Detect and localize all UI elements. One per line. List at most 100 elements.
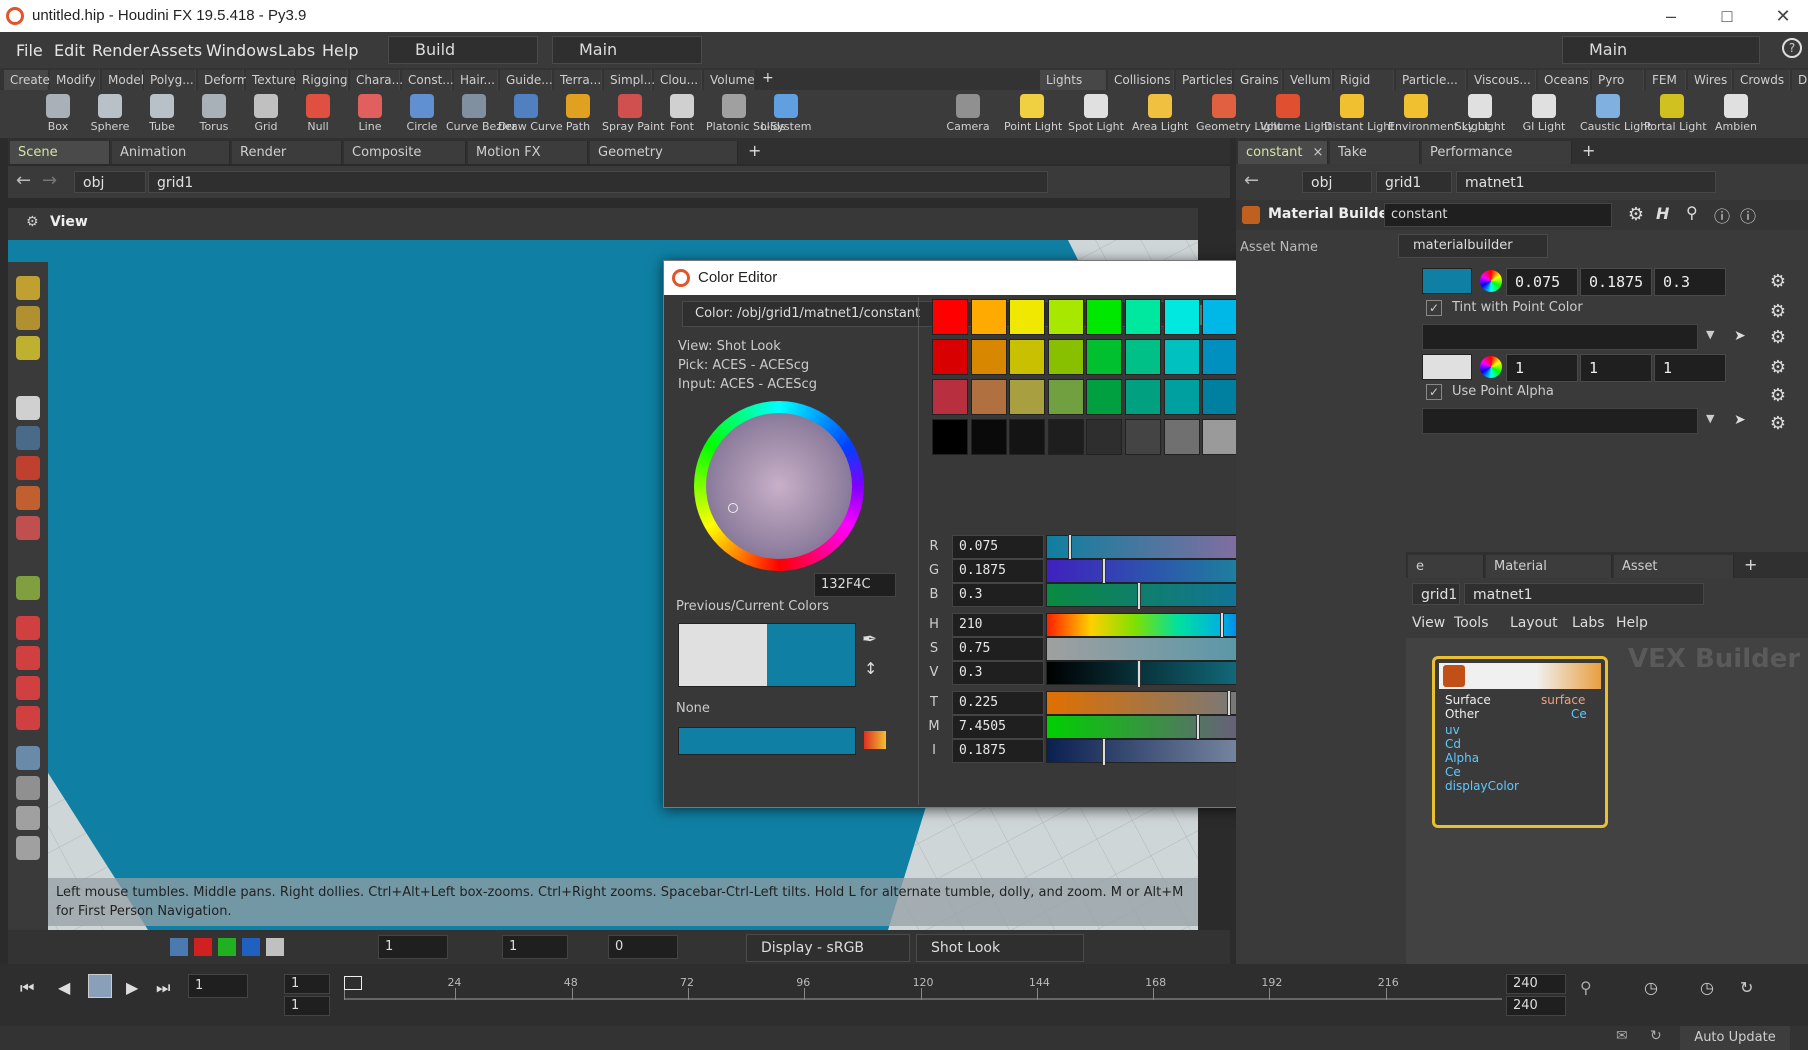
tool-box[interactable]: Box [30, 90, 86, 138]
menu-windows[interactable]: Windows [206, 41, 277, 60]
tool-sphere[interactable]: Sphere [82, 90, 138, 138]
channel-value-b[interactable]: 0.3 [952, 583, 1044, 607]
timeline-ruler[interactable]: 124487296120144168192216 [344, 966, 1502, 1022]
channel-value-g[interactable]: 0.1875 [952, 559, 1044, 583]
shelf-tab-fem[interactable]: FEM [1646, 70, 1686, 90]
tool-magnet4-icon[interactable] [16, 706, 40, 730]
menu-assets[interactable]: Assets [150, 41, 202, 60]
key-icon[interactable]: ⚲ [1580, 978, 1592, 997]
tool-spot-light[interactable]: Spot Light [1068, 90, 1124, 138]
display-dropdown[interactable]: Display - sRGB [746, 934, 910, 962]
asset-name-dropdown[interactable]: materialbuilder [1398, 234, 1548, 258]
shelf-tab-model[interactable]: Model [102, 70, 144, 90]
tool-environment-light[interactable]: Environment Light [1388, 90, 1489, 138]
tab-scene-view[interactable]: Scene View× [10, 141, 110, 183]
close-window-button[interactable]: ✕ [1760, 2, 1806, 30]
slider-thumb[interactable] [1067, 534, 1072, 562]
tab-performance-monitor[interactable]: Performance Monitor× [1422, 141, 1572, 183]
hda-icon[interactable]: H [1656, 204, 1669, 223]
shelf-tab-chara[interactable]: Chara... [350, 70, 403, 90]
view-gear-icon[interactable]: ⚙ [26, 214, 39, 230]
tool-l-system[interactable]: L-System [758, 90, 814, 138]
info-icon[interactable]: ⓘ [1714, 203, 1730, 227]
node-output-surface[interactable]: surface [1541, 693, 1585, 707]
color2-swatch[interactable] [1422, 354, 1472, 380]
shelf-tab-drive-si[interactable]: Drive Si... [1792, 70, 1808, 107]
tool-tube[interactable]: Tube [134, 90, 190, 138]
tool-distant-light[interactable]: Distant Light [1324, 90, 1395, 138]
tool-magnet2-icon[interactable] [16, 646, 40, 670]
channel-value-s[interactable]: 0.75 [952, 637, 1044, 661]
tab-animation-editor[interactable]: Animation Editor× [112, 141, 230, 183]
color1-r-field[interactable]: 0.075 [1506, 268, 1578, 296]
gear-icon[interactable]: ⚙ [1768, 272, 1788, 292]
tool-point-light[interactable]: Point Light [1004, 90, 1062, 138]
channel-value-i[interactable]: 0.1875 [952, 739, 1044, 763]
color2-r-field[interactable]: 1 [1506, 354, 1578, 382]
node-input-displaycolor[interactable]: displayColor [1445, 779, 1519, 793]
node-input-other[interactable]: Other [1445, 707, 1479, 721]
back-arrow-icon[interactable]: ← [16, 170, 31, 191]
tool-transform-icon[interactable] [16, 306, 40, 330]
minimize-button[interactable]: – [1648, 2, 1694, 30]
skip-start-icon[interactable]: ⏮ [20, 978, 34, 998]
tool-snap-icon[interactable] [16, 336, 40, 360]
shelf-tab-guide[interactable]: Guide... [500, 70, 553, 90]
shelf-tab-oceans[interactable]: Oceans [1538, 70, 1590, 90]
shelf-tab-grains[interactable]: Grains [1234, 70, 1282, 90]
shelf-tab-modify[interactable]: Modify [50, 70, 100, 90]
color1-g-field[interactable]: 0.1875 [1580, 268, 1652, 296]
node-input-cd[interactable]: Cd [1445, 737, 1461, 751]
menu-labs[interactable]: Labs [278, 41, 315, 60]
range-end-field[interactable]: 240 [1506, 974, 1566, 994]
tool-platonic-solids[interactable]: Platonic Solids [706, 90, 786, 138]
slider-thumb[interactable] [1220, 612, 1224, 640]
tool-scale-icon[interactable] [16, 516, 40, 540]
menu-help[interactable]: Help [322, 41, 358, 60]
net-menu-view[interactable]: View [1412, 615, 1445, 631]
desktop-dropdown[interactable]: Build [388, 36, 538, 64]
tool-pose-icon[interactable] [16, 576, 40, 600]
tool-path[interactable]: Path [550, 90, 606, 138]
add-tab-icon[interactable]: + [1582, 141, 1595, 160]
exposure-field[interactable]: 1 [502, 935, 568, 959]
tool-area-light[interactable]: Area Light [1132, 90, 1188, 138]
pick-attr-icon[interactable]: ➤ [1734, 412, 1746, 428]
node-input-ce[interactable]: Ce [1445, 765, 1461, 779]
net-menu-help[interactable]: Help [1616, 615, 1648, 631]
context-dropdown[interactable]: Main [552, 36, 702, 64]
tool-magnet-icon[interactable] [16, 616, 40, 640]
tool-volume-light[interactable]: Volume Light [1260, 90, 1332, 138]
range-start2-field[interactable]: 1 [284, 996, 330, 1016]
tool-draw-curve[interactable]: Draw Curve [498, 90, 563, 138]
node-input-alpha[interactable]: Alpha [1445, 751, 1479, 765]
path-crumb-matnet1[interactable]: matnet1 [1456, 171, 1716, 193]
shelf-tab-rigging[interactable]: Rigging [296, 70, 348, 90]
refresh-icon[interactable]: ↻ [1650, 1028, 1662, 1044]
shelf-tab-particle[interactable]: Particle... [1396, 70, 1466, 90]
tool-grid[interactable]: Grid [238, 90, 294, 138]
blue-channel-icon[interactable] [242, 938, 260, 956]
net-crumb-matnet1[interactable]: matnet1 [1464, 583, 1704, 605]
slider-thumb[interactable] [1136, 660, 1141, 688]
tool-brush-icon[interactable] [16, 806, 40, 830]
maximize-button[interactable]: □ [1704, 2, 1750, 30]
shelf-tab-simpl[interactable]: Simpl... [604, 70, 655, 90]
search-icon[interactable]: ⚲ [1686, 203, 1698, 222]
gear-icon[interactable]: ⚙ [1626, 205, 1646, 225]
path-crumb-grid1[interactable]: grid1 [148, 171, 1048, 193]
close-tab-icon[interactable]: × [1313, 145, 1324, 160]
slider-thumb[interactable] [1102, 558, 1107, 586]
add-shelf-tab-icon[interactable]: + [762, 70, 774, 86]
current-frame-field[interactable]: 1 [188, 974, 248, 998]
tool-torus[interactable]: Torus [186, 90, 242, 138]
slider-thumb[interactable] [1102, 738, 1107, 766]
gear-icon[interactable]: ⚙ [1768, 302, 1788, 322]
realtime-icon[interactable]: ◷ [1644, 978, 1658, 997]
loop-icon[interactable]: ↻ [1740, 978, 1753, 997]
color2-b-field[interactable]: 1 [1654, 354, 1726, 382]
green-channel-icon[interactable] [218, 938, 236, 956]
tab-constant[interactable]: constant × [1238, 141, 1328, 164]
play-icon[interactable]: ▶ [126, 978, 138, 997]
clock-icon[interactable]: ◷ [1700, 978, 1714, 997]
